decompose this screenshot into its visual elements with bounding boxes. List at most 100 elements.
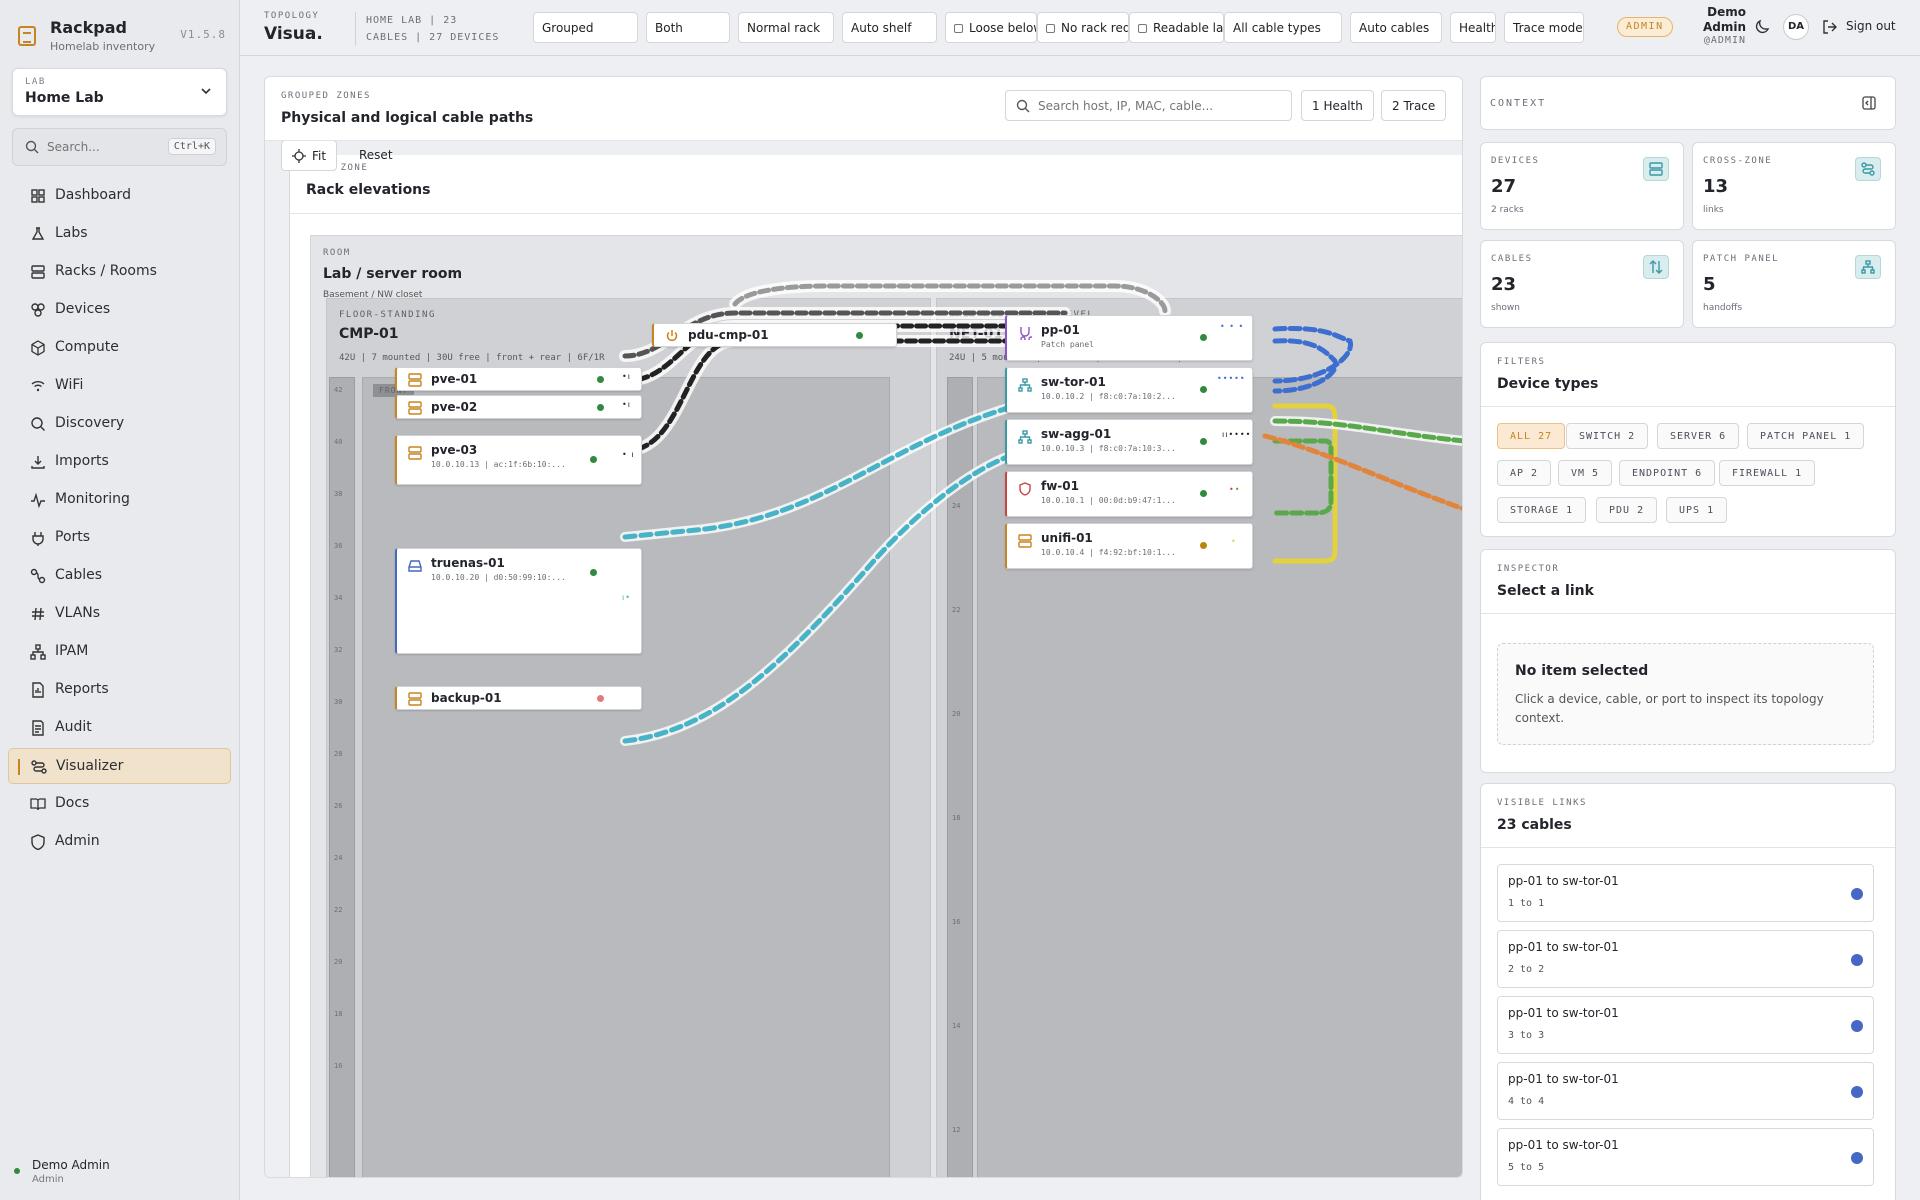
- filter-chip-endpoint[interactable]: ENDPOINT 6: [1619, 460, 1716, 486]
- collapse-panel-icon[interactable]: [1861, 95, 1877, 111]
- device-pdu-cmp-01[interactable]: pdu-cmp-01: [652, 323, 897, 347]
- sidebar-item-labs[interactable]: Labs: [8, 216, 231, 252]
- stat-patch-panel[interactable]: PATCH PANEL 5 handoffs: [1692, 240, 1896, 328]
- cable-yellow[interactable]: [1272, 403, 1338, 564]
- loose-below-toggle[interactable]: Loose below: [945, 12, 1037, 43]
- lab-selector[interactable]: LAB Home Lab: [12, 68, 227, 116]
- devices-icon: [31, 303, 45, 317]
- link-item[interactable]: pp-01 to sw-tor-01 4 to 4: [1497, 1062, 1874, 1120]
- trace-mode-button[interactable]: Trace mode: [1504, 12, 1584, 43]
- filter-chip-firewall[interactable]: FIREWALL 1: [1719, 460, 1816, 486]
- reset-button[interactable]: Reset: [359, 148, 393, 162]
- sidebar-item-devices[interactable]: Devices: [8, 292, 231, 328]
- link-item[interactable]: pp-01 to sw-tor-01 3 to 3: [1497, 996, 1874, 1054]
- sidebar-item-docs[interactable]: Docs: [8, 786, 231, 822]
- device-pve-02[interactable]: pve-02 •ı: [395, 395, 642, 419]
- health-button[interactable]: Health: [1450, 12, 1496, 43]
- sidebar-item-racks[interactable]: Racks / Rooms: [8, 254, 231, 290]
- filter-chip-ups[interactable]: UPS 1: [1666, 497, 1728, 523]
- device-unifi-01[interactable]: unifi-01 10.0.10.4 | f4:92:bf:10:1... •: [1005, 523, 1253, 569]
- filter-chip-pdu[interactable]: PDU 2: [1596, 497, 1658, 523]
- link-item[interactable]: pp-01 to sw-tor-01 1 to 1: [1497, 864, 1874, 922]
- fit-button[interactable]: Fit: [281, 141, 338, 171]
- sidebar-item-vlans[interactable]: VLANs: [8, 596, 231, 632]
- moon-icon[interactable]: [1754, 19, 1770, 35]
- grouping-select[interactable]: Grouped: [533, 12, 638, 43]
- sidebar-item-discovery[interactable]: Discovery: [8, 406, 231, 442]
- stat-label: PATCH PANEL: [1703, 254, 1780, 264]
- face-select[interactable]: Both: [646, 12, 730, 43]
- route-icon: [1855, 157, 1881, 181]
- sidebar-item-admin[interactable]: Admin: [8, 824, 231, 860]
- sidebar-search[interactable]: Ctrl+K: [12, 128, 227, 166]
- filter-chip-switch[interactable]: SWITCH 2: [1566, 423, 1649, 449]
- stat-devices[interactable]: DEVICES 27 2 racks: [1480, 142, 1684, 230]
- device-backup-01[interactable]: backup-01: [395, 686, 642, 710]
- sign-out-button[interactable]: Sign out: [1822, 19, 1896, 35]
- canvas-kicker: GROUPED ZONES: [281, 91, 371, 101]
- brand[interactable]: Rackpad Homelab inventory V1.5.8: [14, 16, 226, 56]
- sidebar-item-monitoring[interactable]: Monitoring: [8, 482, 231, 518]
- device-fw-01[interactable]: fw-01 10.0.10.1 | 00:0d:b9:47:1... ••: [1005, 471, 1253, 517]
- sidebar-item-cables[interactable]: Cables: [8, 558, 231, 594]
- server-icon: [1643, 157, 1669, 181]
- shelf-select[interactable]: Auto shelf: [842, 12, 937, 43]
- filter-chip-storage[interactable]: STORAGE 1: [1497, 497, 1587, 523]
- port-indicator: • ı: [622, 450, 635, 459]
- avatar[interactable]: DA: [1783, 14, 1809, 40]
- link-ports: 3 to 3: [1508, 1030, 1545, 1041]
- sidebar-item-compute[interactable]: Compute: [8, 330, 231, 366]
- device-pve-01[interactable]: pve-01 •ı: [395, 367, 642, 391]
- rack-size-select[interactable]: Normal rack: [738, 12, 834, 43]
- shield-icon: [31, 834, 45, 850]
- readable-labels-toggle[interactable]: Readable labels: [1129, 12, 1224, 43]
- device-pve-03[interactable]: pve-03 10.0.10.13 | ac:1f:6b:10:... • ı: [395, 435, 642, 485]
- filter-chip-vm[interactable]: VM 5: [1558, 460, 1613, 486]
- sidebar-search-input[interactable]: [47, 137, 157, 157]
- no-rack-required-toggle[interactable]: No rack required: [1037, 12, 1129, 43]
- stat-cables[interactable]: CABLES 23 shown: [1480, 240, 1684, 328]
- device-sw-agg-01[interactable]: sw-agg-01 10.0.10.3 | f8:c0:7a:10:3... ı…: [1005, 419, 1253, 465]
- sidebar-item-label: Admin: [55, 833, 100, 849]
- sidebar-item-reports[interactable]: Reports: [8, 672, 231, 708]
- trace-filter-button[interactable]: 2 Trace: [1381, 90, 1447, 121]
- device-pp-01[interactable]: pp-01 Patch panel • • •: [1005, 315, 1253, 361]
- canvas-search[interactable]: [1005, 90, 1292, 121]
- link-name: pp-01 to sw-tor-01: [1508, 1072, 1619, 1086]
- filter-chip-patch-panel[interactable]: PATCH PANEL 1: [1747, 423, 1865, 449]
- user-menu[interactable]: Demo Admin @ADMIN: [1686, 5, 1746, 46]
- link-item[interactable]: pp-01 to sw-tor-01 2 to 2: [1497, 930, 1874, 988]
- audit-icon: [32, 720, 44, 736]
- cable-type-select[interactable]: All cable types: [1224, 12, 1342, 43]
- server-icon: [408, 373, 422, 387]
- link-item[interactable]: pp-01 to sw-tor-01 5 to 5: [1497, 1128, 1874, 1186]
- stat-value: 23: [1491, 274, 1517, 295]
- stat-cross-zone[interactable]: CROSS-ZONE 13 links: [1692, 142, 1896, 230]
- cable-orange[interactable]: [1262, 433, 1463, 511]
- cable-blue[interactable]: [1272, 325, 1353, 394]
- sidebar-item-dashboard[interactable]: Dashboard: [8, 178, 231, 214]
- device-name: sw-agg-01: [1041, 427, 1112, 441]
- device-truenas-01[interactable]: truenas-01 10.0.10.20 | d0:50:99:10:... …: [395, 548, 642, 654]
- filter-chip-ap[interactable]: AP 2: [1497, 460, 1552, 486]
- sidebar-item-visualizer[interactable]: Visualizer: [8, 748, 231, 784]
- sidebar-item-label: WiFi: [55, 377, 84, 393]
- canvas-search-input[interactable]: [1038, 97, 1278, 115]
- filter-chip-server[interactable]: SERVER 6: [1657, 423, 1740, 449]
- sidebar-item-audit[interactable]: Audit: [8, 710, 231, 746]
- sidebar-item-ports[interactable]: Ports: [8, 520, 231, 556]
- cable-teal[interactable]: [620, 398, 1030, 746]
- status-dot: [1200, 490, 1207, 497]
- link-ports: 2 to 2: [1508, 964, 1545, 975]
- filter-chip-all[interactable]: ALL 27: [1497, 423, 1566, 449]
- sidebar-item-wifi[interactable]: WiFi: [8, 368, 231, 404]
- sidebar-item-ipam[interactable]: IPAM: [8, 634, 231, 670]
- topology-stage[interactable]: RACK ZONE Rack elevations ROOM Lab / ser…: [265, 141, 1463, 1177]
- wifi-icon: [31, 381, 45, 392]
- sidebar-item-label: Cables: [55, 567, 103, 583]
- readable-labels-label: Readable labels: [1153, 21, 1224, 35]
- cable-mode-select[interactable]: Auto cables: [1350, 12, 1442, 43]
- health-filter-button[interactable]: 1 Health: [1301, 90, 1374, 121]
- sidebar-item-imports[interactable]: Imports: [8, 444, 231, 480]
- device-sw-tor-01[interactable]: sw-tor-01 10.0.10.2 | f8:c0:7a:10:2... •…: [1005, 367, 1253, 413]
